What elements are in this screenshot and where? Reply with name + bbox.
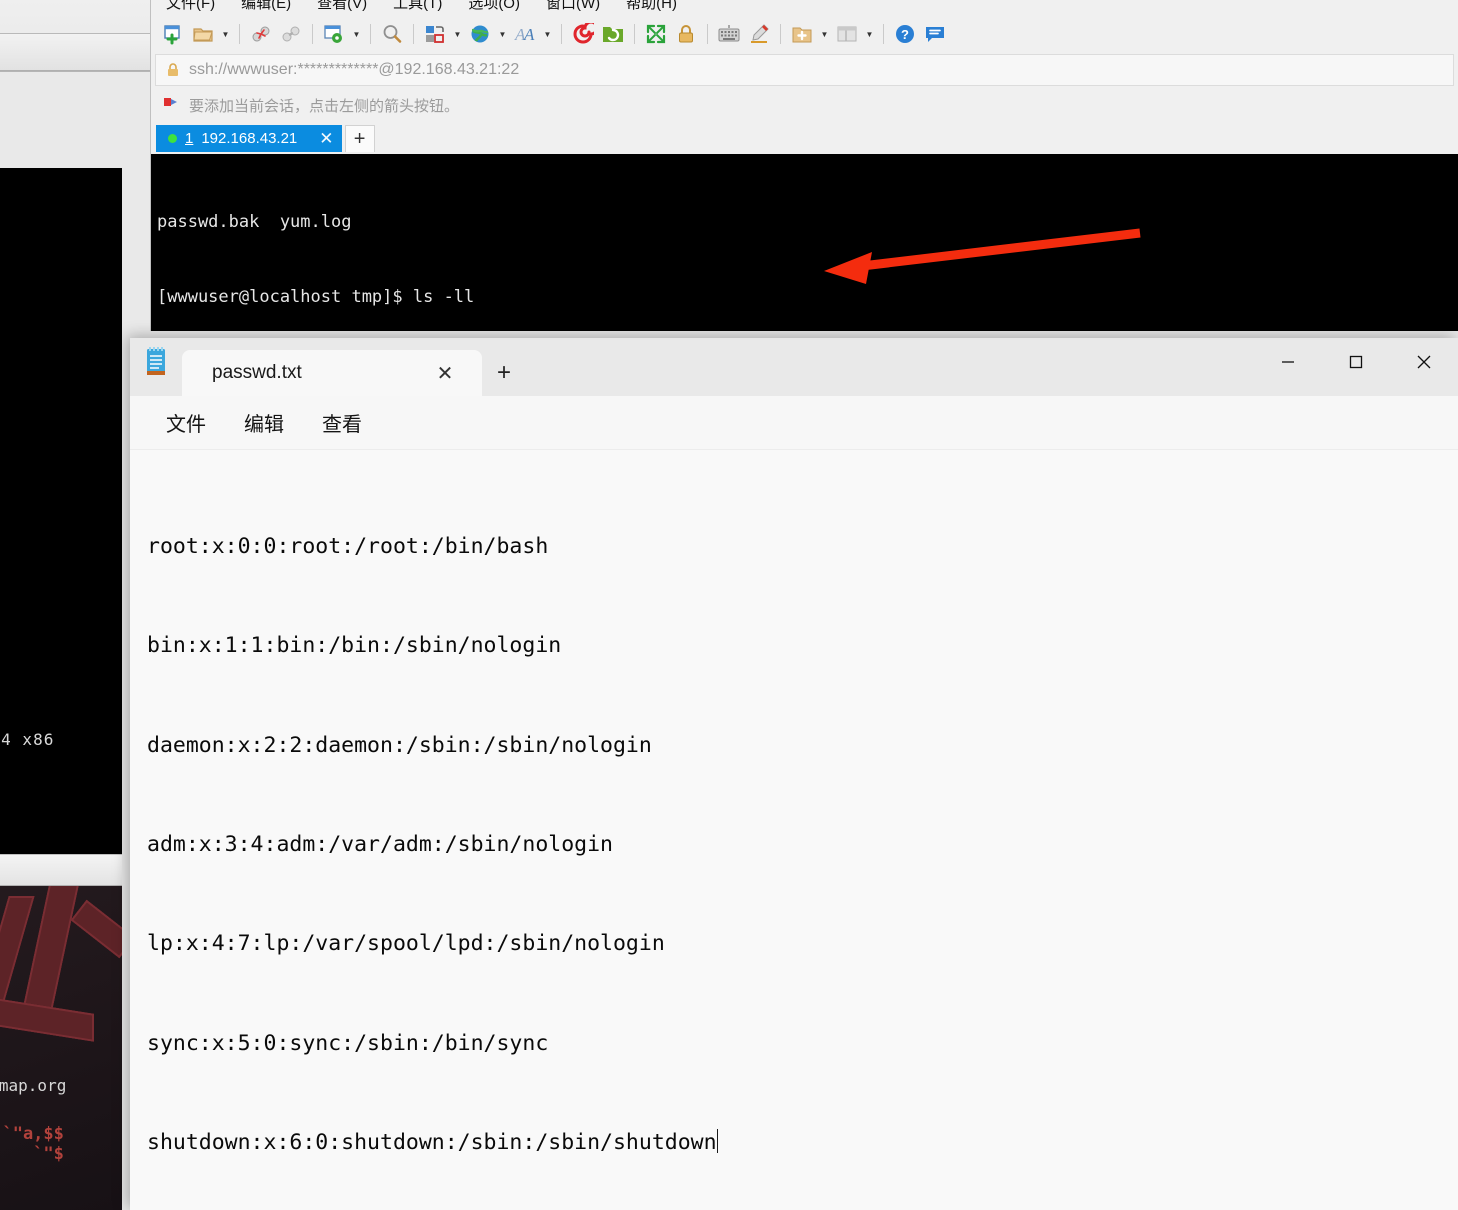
text-line: sync:x:5:0:sync:/sbin:/bin/sync: [147, 1030, 549, 1056]
chevron-down-icon[interactable]: ▼: [818, 20, 831, 48]
notepad-content: root:x:0:0:root:/root:/bin/bash bin:x:1:…: [130, 450, 1458, 1210]
text-line-with-caret: shutdown:x:6:0:shutdown:/sbin:/sbin/shut…: [147, 1126, 1458, 1159]
keyboard-icon[interactable]: [715, 20, 743, 48]
minimize-button[interactable]: [1254, 338, 1322, 386]
chevron-down-icon[interactable]: ▼: [350, 20, 363, 48]
notepad-menu-file[interactable]: 文件: [152, 401, 220, 444]
text-line: lp:x:4:7:lp:/var/spool/lpd:/sbin/nologin: [147, 931, 665, 957]
ssh-menu-file[interactable]: 文件(F): [163, 0, 218, 16]
notepad-new-tab-button[interactable]: +: [482, 350, 526, 396]
text-line: bin:x:1:1:bin:/bin:/sbin/nologin: [147, 633, 562, 659]
layout-icon[interactable]: [833, 20, 861, 48]
ssh-menu-options[interactable]: 选项(O): [465, 0, 523, 16]
ascii-art-text: a, `"a,$$ `"$: [0, 1104, 64, 1164]
chevron-down-icon[interactable]: ▼: [496, 20, 509, 48]
font-icon[interactable]: A A: [511, 20, 539, 48]
session-properties-icon[interactable]: [320, 20, 348, 48]
xftp-icon[interactable]: [599, 20, 627, 48]
file-transfer-icon[interactable]: [421, 20, 449, 48]
ssh-new-tab-button[interactable]: +: [344, 125, 375, 152]
desktop-wallpaper: //nmap.org a, `"a,$$ `"$: [0, 886, 122, 1210]
toolbar-separator: [561, 24, 562, 44]
ssh-menu-bar: 文件(F) 编辑(E) 查看(V) 工具(T) 选项(O) 窗口(W) 帮助(H…: [151, 0, 1458, 16]
ssh-notice-text: 要添加当前会话，点击左侧的箭头按钮。: [189, 97, 460, 115]
window-controls: [1254, 338, 1458, 386]
ssh-session-tab[interactable]: 1 192.168.43.21 ✕: [156, 125, 342, 152]
chevron-down-icon[interactable]: ▼: [451, 20, 464, 48]
nmap-url-text: //nmap.org: [0, 1076, 67, 1095]
text-line: adm:x:3:4:adm:/var/adm:/sbin/nologin: [147, 832, 613, 858]
flag-icon: [164, 98, 177, 106]
find-icon[interactable]: [378, 20, 406, 48]
text-line: root:x:0:0:root:/root:/bin/bash: [147, 534, 549, 560]
close-icon[interactable]: ✕: [432, 360, 458, 386]
notepad-app-icon: [130, 338, 182, 396]
toolbar-separator: [634, 24, 635, 44]
terminal-line: passwd.bak yum.log: [157, 212, 352, 232]
toolbar-separator: [707, 24, 708, 44]
text-line: daemon:x:2:2:daemon:/sbin:/sbin/nologin: [147, 732, 652, 758]
background-terminal-text: x86_64 x86: [0, 730, 55, 749]
lock-icon[interactable]: [672, 20, 700, 48]
xshell-icon[interactable]: [569, 20, 597, 48]
ssh-tab-strip: 1 192.168.43.21 ✕ +: [151, 124, 1458, 152]
ssh-menu-tools[interactable]: 工具(T): [390, 0, 445, 16]
connection-status-dot: [168, 134, 177, 143]
ssh-address-bar[interactable]: ssh://wwwuser:*************@192.168.43.2…: [155, 54, 1454, 86]
ssh-toolbar: ▼ ▼ ▼ ▼ A A ▼ ▼ ▼ ?: [151, 16, 1458, 52]
background-terminal[interactable]: x86_64 x86: [0, 168, 122, 854]
background-window-toolbar[interactable]: [0, 33, 150, 71]
svg-text:?: ?: [901, 27, 909, 42]
background-window-titlebar[interactable]: [0, 854, 122, 886]
dragon-shape: [70, 899, 122, 959]
ssh-menu-window[interactable]: 窗口(W): [543, 0, 603, 16]
text-line: shutdown:x:6:0:shutdown:/sbin:/sbin/shut…: [147, 1129, 717, 1155]
add-folder-icon[interactable]: [788, 20, 816, 48]
toolbar-separator: [239, 24, 240, 44]
notepad-file-tab[interactable]: passwd.txt ✕: [182, 350, 482, 396]
fullscreen-icon[interactable]: [642, 20, 670, 48]
ssh-tab-index: 1: [185, 130, 194, 147]
notepad-text-area[interactable]: root:x:0:0:root:/root:/bin/bash bin:x:1:…: [130, 450, 1458, 1210]
reconnect-icon[interactable]: [277, 20, 305, 48]
lock-icon: [168, 63, 178, 76]
ssh-notice-bar: 要添加当前会话，点击左侧的箭头按钮。: [151, 86, 1458, 124]
highlight-icon[interactable]: [745, 20, 773, 48]
screen: x86_64 x86 //nmap.org a, `"a,$$ `"$ 文件(F…: [0, 0, 1458, 1210]
text-cursor: [716, 1128, 719, 1153]
chevron-down-icon[interactable]: ▼: [219, 20, 232, 48]
terminal-line: [wwwuser@localhost tmp]$ ls -ll: [157, 287, 475, 307]
notepad-title-bar[interactable]: passwd.txt ✕ +: [130, 338, 1458, 396]
notepad-menu-bar: 文件 编辑 查看: [130, 396, 1458, 450]
chevron-down-icon[interactable]: ▼: [541, 20, 554, 48]
notepad-tab-title: passwd.txt: [212, 362, 302, 383]
svg-text:A: A: [523, 25, 535, 44]
globe-icon[interactable]: [466, 20, 494, 48]
toolbar-separator: [883, 24, 884, 44]
disconnect-icon[interactable]: [247, 20, 275, 48]
notepad-menu-view[interactable]: 查看: [308, 401, 376, 444]
ssh-terminal-output[interactable]: passwd.bak yum.log [wwwuser@localhost tm…: [151, 154, 1458, 331]
notepad-menu-edit[interactable]: 编辑: [230, 401, 298, 444]
close-button[interactable]: [1390, 338, 1458, 386]
ssh-menu-view[interactable]: 查看(V): [314, 0, 370, 16]
notepad-window[interactable]: passwd.txt ✕ + 文件 编辑 查看 root:x:0:0:root:…: [130, 338, 1458, 1210]
ssh-menu-edit[interactable]: 编辑(E): [238, 0, 294, 16]
maximize-button[interactable]: [1322, 338, 1390, 386]
ssh-menu-help[interactable]: 帮助(H): [623, 0, 680, 16]
open-folder-icon[interactable]: [189, 20, 217, 48]
new-session-icon[interactable]: [159, 20, 187, 48]
close-icon[interactable]: ✕: [319, 129, 333, 149]
toolbar-separator: [413, 24, 414, 44]
toolbar-separator: [780, 24, 781, 44]
ssh-client-window[interactable]: 文件(F) 编辑(E) 查看(V) 工具(T) 选项(O) 窗口(W) 帮助(H…: [150, 0, 1458, 331]
feedback-icon[interactable]: [921, 20, 949, 48]
toolbar-separator: [370, 24, 371, 44]
chevron-down-icon[interactable]: ▼: [863, 20, 876, 48]
help-icon[interactable]: ?: [891, 20, 919, 48]
toolbar-separator: [312, 24, 313, 44]
ssh-tab-title: 192.168.43.21: [201, 130, 298, 147]
ssh-address-text: ssh://wwwuser:*************@192.168.43.2…: [189, 61, 520, 78]
